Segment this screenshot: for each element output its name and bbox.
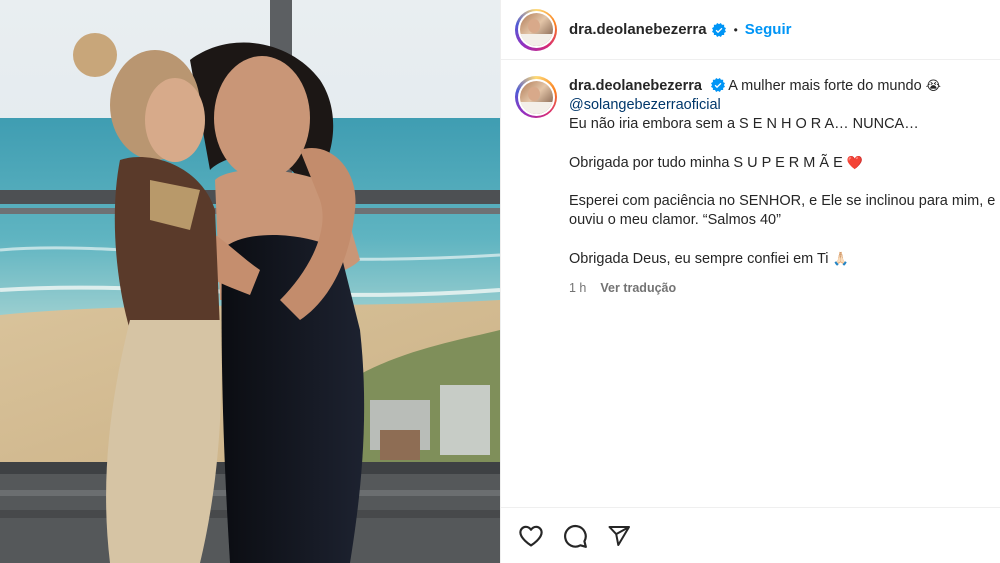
post-image (0, 0, 500, 563)
caption-text: dra.deolanebezerra A mulher mais forte d… (569, 76, 996, 298)
separator-dot: • (733, 22, 738, 37)
caption-line-1: dra.deolanebezerra A mulher mais forte d… (569, 76, 989, 96)
caption-avatar-inner (517, 78, 555, 116)
action-bar (501, 507, 1000, 563)
caption-line-3-text: Obrigada por tudo minha S U P E R M Ã E (569, 155, 843, 171)
header-username[interactable]: dra.deolanebezerra (569, 21, 707, 38)
comment-icon[interactable] (561, 522, 589, 550)
post-photo[interactable] (0, 0, 500, 563)
caption-line-2: Eu não iria embora sem a S E N H O R A… … (569, 116, 919, 132)
time-ago: 1 h (569, 281, 587, 295)
caption-first-line: A mulher mais forte do mundo (728, 78, 922, 94)
caption-row: dra.deolanebezerra A mulher mais forte d… (515, 76, 996, 298)
caption-line-4a: Esperei com paciência no SENHOR, e Ele s… (569, 193, 996, 209)
avatar-inner (517, 11, 555, 48)
caption-section: dra.deolanebezerra A mulher mais forte d… (501, 60, 1000, 507)
share-icon[interactable] (605, 522, 633, 550)
post-detail-panel: dra.deolanebezerra • Seguir dra.deolaneb… (500, 0, 1000, 563)
verified-badge-icon (711, 22, 726, 37)
mention-link[interactable]: @solangebezerraoficial (569, 96, 989, 115)
caption-verified-badge-icon (711, 78, 726, 92)
see-translation-link[interactable]: Ver tradução (600, 279, 676, 298)
avatar[interactable] (515, 8, 557, 51)
caption-meta: 1 h Ver tradução (569, 279, 989, 298)
caption-line-3: Obrigada por tudo minha S U P E R M Ã E … (569, 153, 989, 173)
caption-line-4b: ouviu o meu clamor. “Salmos 40” (569, 212, 781, 228)
crying-emoji: 😭 (925, 78, 941, 93)
post-header: dra.deolanebezerra • Seguir (501, 0, 1000, 60)
heart-emoji: ❤️ (846, 155, 863, 170)
avatar-image (519, 13, 553, 46)
caption-username[interactable]: dra.deolanebezerra (569, 78, 702, 94)
caption-avatar-image (519, 80, 553, 114)
heart-icon[interactable] (517, 522, 545, 550)
praying-hands-emoji: 🙏🏻 (832, 251, 849, 266)
caption-line-5-text: Obrigada Deus, eu sempre confiei em Ti (569, 251, 829, 267)
caption-line-5: Obrigada Deus, eu sempre confiei em Ti 🙏… (569, 249, 989, 269)
follow-button[interactable]: Seguir (745, 21, 792, 38)
caption-avatar[interactable] (515, 76, 557, 118)
